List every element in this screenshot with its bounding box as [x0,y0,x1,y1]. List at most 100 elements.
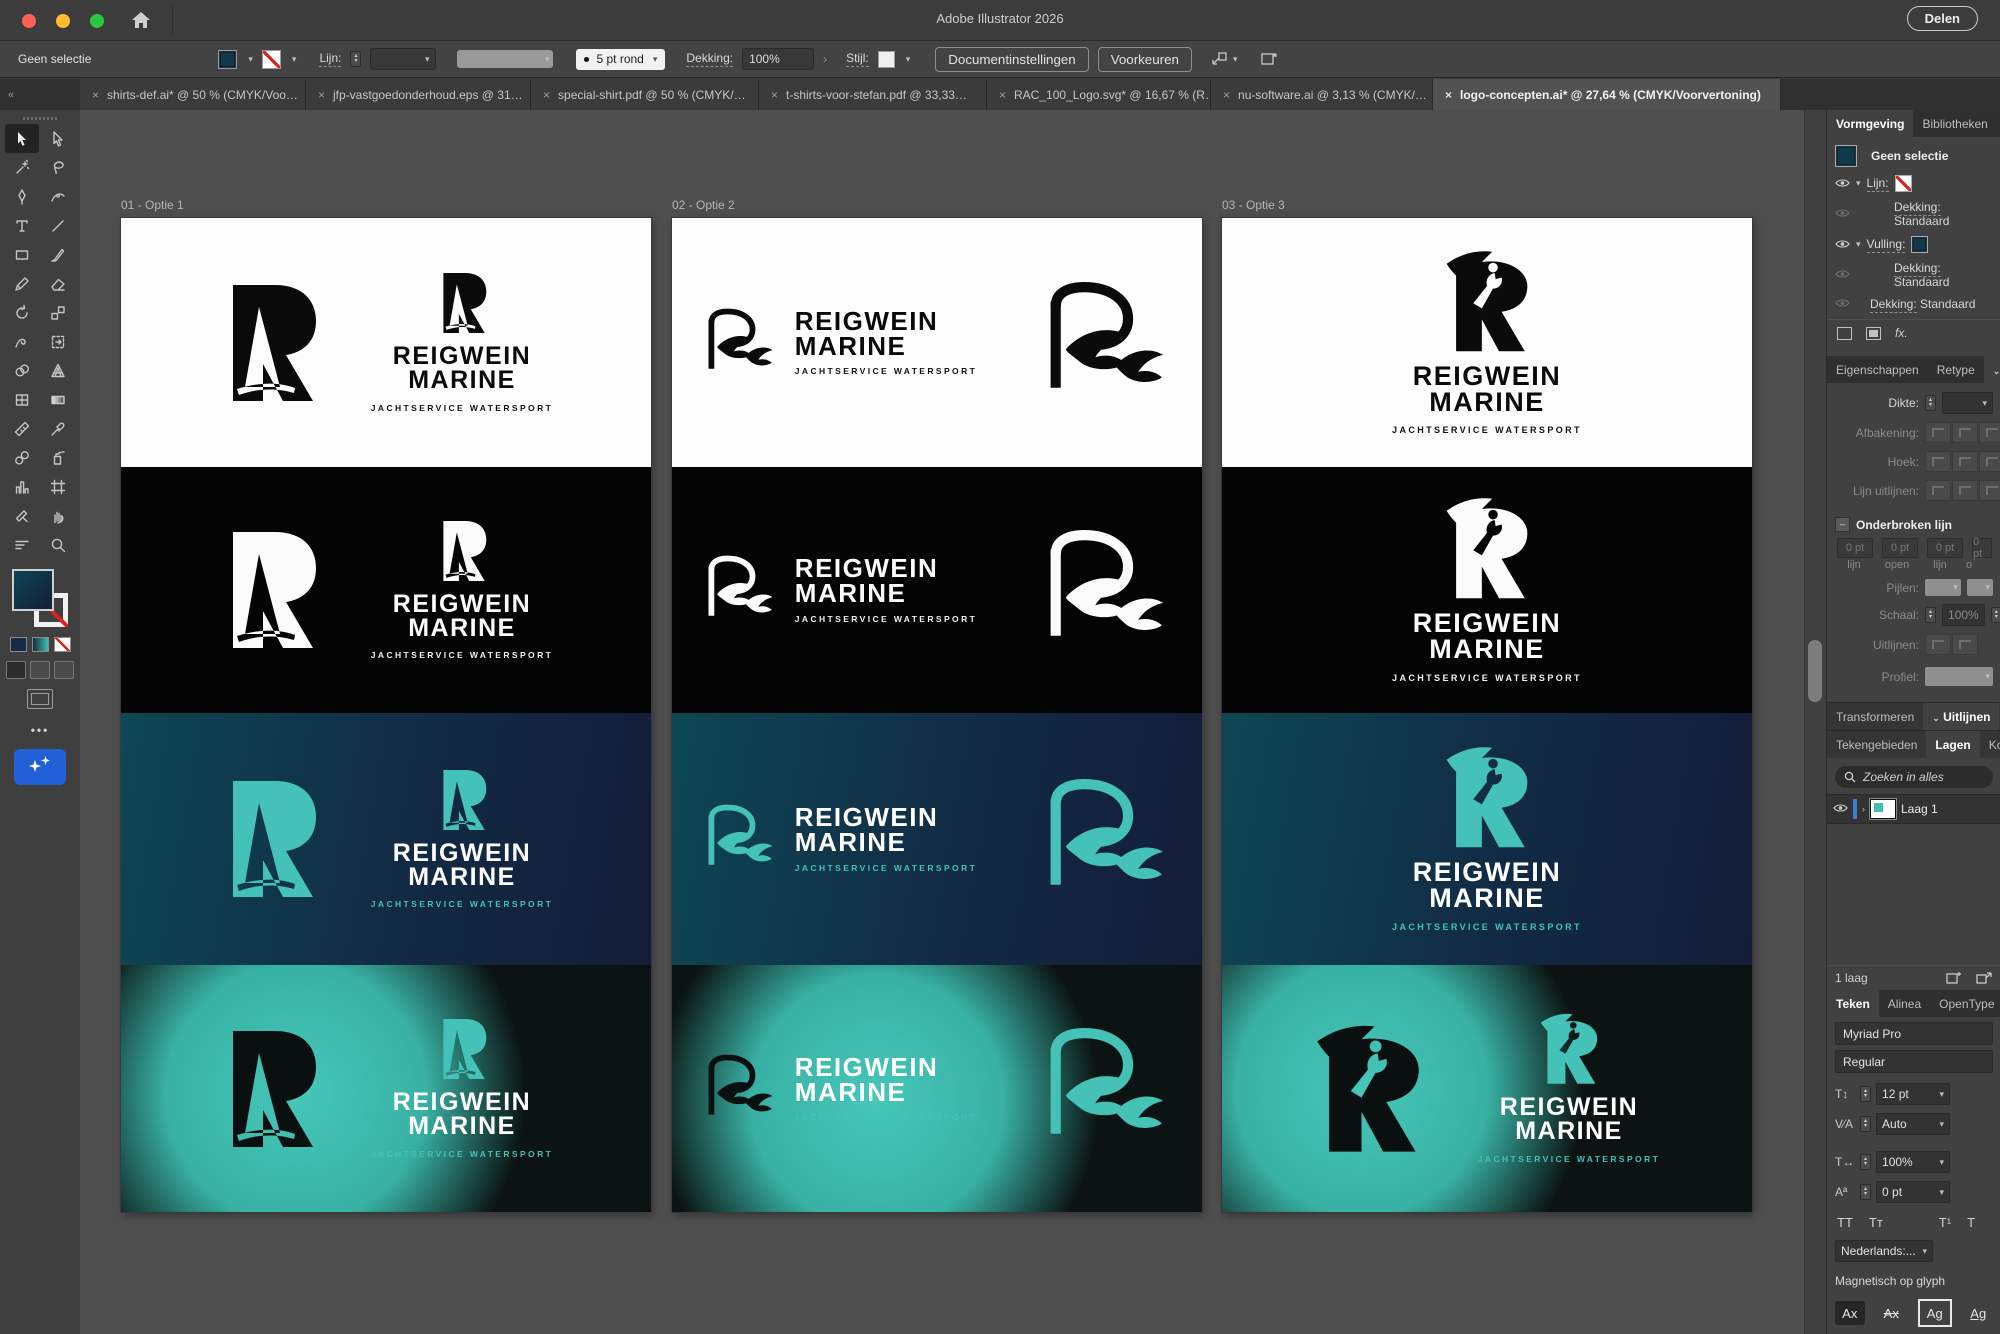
blend-tool[interactable] [5,443,39,472]
miter-join-icon[interactable] [1925,451,1951,472]
subscript-button[interactable]: T [1967,1215,1975,1230]
baseline-field[interactable]: 0 pt▾ [1876,1181,1950,1203]
variable-width-profile-dropdown[interactable]: 5 pt rond▾ [576,49,665,70]
dash-field[interactable]: 0 pt [1927,538,1963,558]
stroke-color-swatch[interactable] [262,50,281,69]
snap-xheight-button[interactable]: Ax [1877,1301,1907,1325]
tab-vormgeving[interactable]: Vormgeving [1827,110,1913,137]
pen-tool[interactable] [5,182,39,211]
slice-tool[interactable] [5,501,39,530]
font-size-stepper[interactable]: ▴▾ [1860,1086,1871,1102]
weight-field[interactable]: ▾ [1942,392,1993,414]
color-button[interactable] [10,637,27,652]
generative-ai-button[interactable] [14,749,66,785]
eyedropper-tool[interactable] [41,414,75,443]
stroke-weight-label[interactable]: Lijn: [319,51,341,67]
canvas[interactable]: 01 - Optie 1 02 - Optie 2 03 - Optie 3 R… [80,110,1804,1334]
gap-field[interactable]: 0 pt [1882,538,1918,558]
toolbar-collapse-icon[interactable]: « [0,79,80,110]
opacity-field[interactable]: 100% [742,48,814,70]
gradient-tool[interactable] [41,385,75,414]
logo-variant-row[interactable]: REIGWEINMARINE JACHTSERVICE WATERSPORT [1222,218,1752,467]
draw-inside-mode[interactable] [54,661,74,679]
logo-variant-row[interactable]: REIGWEINMARINE JACHTSERVICE WATERSPORT [1222,467,1752,713]
hand-tool[interactable] [41,501,75,530]
tab-alinea[interactable]: Alinea [1879,990,1930,1017]
expand-chevron-icon[interactable]: ▾ [1856,178,1861,189]
kerning-stepper[interactable]: ▴▾ [1860,1116,1871,1132]
tab-eigenschappen[interactable]: Eigenschappen [1827,356,1928,383]
logo-variant-row[interactable]: REIGWEINMARINE JACHTSERVICE WATERSPORT [672,713,1202,965]
width-tool[interactable] [5,327,39,356]
visibility-eye-icon[interactable] [1835,177,1850,191]
dashed-line-checkbox[interactable]: – [1835,517,1850,532]
expand-chevron-icon[interactable]: ▾ [1856,239,1861,250]
artboard-tool[interactable] [41,472,75,501]
edit-toolbar-icon[interactable]: ••• [31,723,50,737]
arrow-align-buttons[interactable] [1925,634,1978,655]
close-tab-icon[interactable]: × [543,88,550,102]
type-tool[interactable] [5,211,39,240]
shaper-tool[interactable] [5,269,39,298]
scale-stepper-2[interactable]: ▴▾ [1991,607,2000,623]
align-stroke-buttons[interactable] [1925,480,2000,501]
close-tab-icon[interactable]: × [1223,88,1230,102]
dash-field[interactable]: 0 pt [1837,538,1873,558]
close-tab-icon[interactable]: × [771,88,778,102]
tab-retype[interactable]: Retype [1928,356,1984,383]
tab-bibliotheken[interactable]: Bibliotheken [1913,110,1996,137]
scale-tool[interactable] [41,298,75,327]
document-setup-button[interactable]: Documentinstellingen [935,47,1088,72]
document-tab-3[interactable]: ×special-shirt.pdf @ 50 % (CMYK/… [531,79,759,110]
language-dropdown[interactable]: Nederlands:...▾ [1835,1240,1933,1262]
direct-selection-tool[interactable] [41,124,75,153]
appearance-fill-label[interactable]: Vulling: [1867,237,1906,253]
add-effect-icon[interactable]: fx. [1895,326,1908,340]
free-transform-tool[interactable] [41,327,75,356]
share-button[interactable]: Delen [1907,6,1978,31]
document-tab-5[interactable]: ×RAC_100_Logo.svg* @ 16,67 % (R… [987,79,1211,110]
fill-stroke-indicator[interactable] [12,569,68,627]
stroke-dropdown-icon[interactable]: ▾ [292,54,297,65]
canvas-vertical-scrollbar[interactable] [1804,110,1827,1334]
tab-uitlijnen[interactable]: ⌄ Uitlijnen [1923,703,1999,730]
none-button[interactable] [54,637,71,652]
layer-thumbnail[interactable] [1870,799,1896,819]
tab-transformeren[interactable]: Transformeren [1827,703,1923,730]
snap-angle-button[interactable]: Ag [1964,1301,1994,1325]
object-opacity-label[interactable]: Dekking: [1870,297,1917,313]
perspective-grid-tool[interactable] [41,356,75,385]
arrowhead-start-dropdown[interactable]: ▾ [1925,579,1961,596]
hscale-field[interactable]: 100%▾ [1876,1151,1950,1173]
isolate-selection-icon[interactable]: ▾ [1211,51,1238,67]
logo-variant-row[interactable]: REIGWEINMARINE JACHTSERVICE WATERSPORT [672,965,1202,1212]
appearance-stroke-label[interactable]: Lijn: [1867,176,1889,192]
font-family-dropdown[interactable]: Myriad Pro [1835,1022,1993,1045]
align-center-icon[interactable] [1925,480,1951,501]
eraser-tool[interactable] [41,269,75,298]
tab-opentype[interactable]: OpenType [1930,990,2000,1017]
logo-variant-row[interactable]: REIGWEINMARINE JACHTSERVICE WATERSPORT [121,713,651,965]
visibility-eye-icon[interactable] [1835,238,1850,252]
layer-name[interactable]: Laag 1 [1901,802,1938,816]
collect-export-icon[interactable] [1975,971,1993,985]
align-end-icon[interactable] [1952,634,1978,655]
visibility-eye-icon[interactable] [1835,207,1850,221]
all-caps-button[interactable]: TT [1837,1215,1853,1230]
arrowhead-end-dropdown[interactable]: ▾ [1967,579,1993,596]
screen-mode-button[interactable] [27,689,53,709]
style-label[interactable]: Stijl: [846,51,869,67]
draw-behind-mode[interactable] [30,661,50,679]
logo-variant-row[interactable]: REIGWEINMARINE JACHTSERVICE WATERSPORT [121,218,651,467]
rotate-tool[interactable] [5,298,39,327]
butt-cap-icon[interactable] [1925,422,1951,443]
dash-fields[interactable]: 0 pt 0 pt 0 pt 0 pt [1827,536,2000,558]
lasso-tool[interactable] [41,153,75,182]
column-graph-tool[interactable] [5,472,39,501]
layer-visibility-icon[interactable] [1833,802,1848,816]
symbol-sprayer-tool[interactable] [41,443,75,472]
align-tip-icon[interactable] [1925,634,1951,655]
new-stroke-icon[interactable] [1837,327,1852,340]
style-dropdown-icon[interactable]: ▾ [906,54,911,65]
font-size-field[interactable]: 12 pt▾ [1876,1083,1950,1105]
